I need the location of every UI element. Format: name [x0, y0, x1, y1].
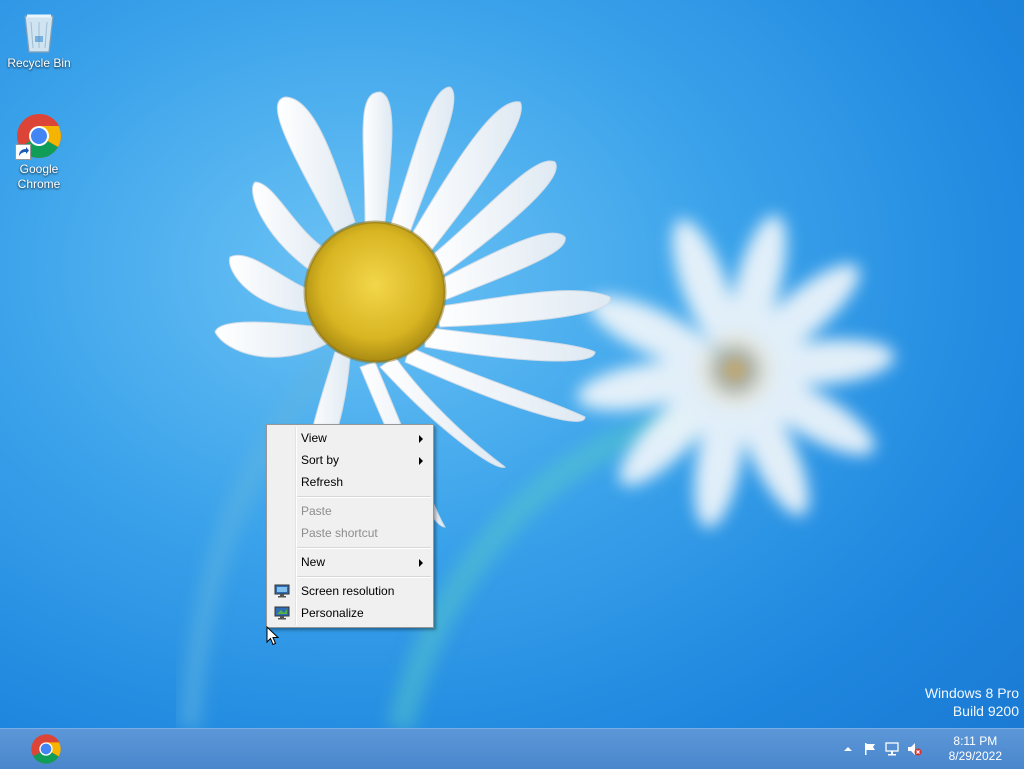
menu-item-label: Refresh: [301, 475, 344, 489]
menu-item-label: Personalize: [301, 606, 364, 620]
desktop-icon-label: Recycle Bin: [7, 56, 71, 70]
menu-item-label: New: [301, 555, 326, 569]
desktop-icon-label-line1: Google: [19, 162, 59, 176]
menu-item-label: Paste: [301, 504, 332, 518]
network-icon[interactable]: [884, 741, 900, 757]
volume-muted-icon[interactable]: [906, 741, 922, 757]
recycle-bin-icon: [15, 6, 63, 54]
desktop-icon-recycle-bin[interactable]: Recycle Bin: [3, 6, 75, 71]
menu-item-sort-by[interactable]: Sort by: [269, 449, 431, 471]
menu-item-screen-resolution[interactable]: Screen resolution: [269, 580, 431, 602]
submenu-arrow-icon: [419, 435, 423, 443]
taskbar-chrome-button[interactable]: [30, 733, 62, 765]
system-tray: 8:11 PM 8/29/2022: [834, 729, 1024, 769]
submenu-arrow-icon: [419, 559, 423, 567]
taskbar-clock[interactable]: 8:11 PM 8/29/2022: [949, 734, 1002, 764]
clock-time: 8:11 PM: [953, 734, 998, 748]
mouse-cursor-icon: [266, 625, 280, 650]
menu-item-paste-shortcut: Paste shortcut: [269, 522, 431, 544]
watermark-edition: Windows 8 Pro: [924, 685, 1019, 701]
action-center-flag-icon[interactable]: [862, 741, 878, 757]
menu-item-personalize[interactable]: Personalize: [269, 602, 431, 624]
submenu-arrow-icon: [419, 457, 423, 465]
menu-item-label: Sort by: [301, 453, 340, 467]
menu-item-paste: Paste: [269, 500, 431, 522]
menu-item-new[interactable]: New: [269, 551, 431, 573]
shortcut-arrow-icon: [15, 144, 31, 160]
screen-resolution-icon: [274, 583, 290, 598]
windows-build-watermark: Windows 8 Pro Build 9200: [925, 684, 1019, 720]
desktop-wallpaper: [0, 0, 1024, 728]
show-hidden-icons-button[interactable]: [840, 741, 856, 757]
chrome-icon: [31, 734, 61, 764]
menu-item-label: Paste shortcut: [301, 526, 378, 540]
chrome-icon: [15, 112, 63, 160]
menu-separator: [297, 547, 431, 549]
desktop-icon-label-line2: Chrome: [17, 177, 61, 191]
watermark-build: Build 9200: [952, 703, 1019, 719]
menu-item-label: View: [301, 431, 327, 445]
personalize-icon: [274, 605, 290, 620]
menu-item-label: Screen resolution: [301, 584, 395, 598]
desktop-context-menu: View Sort by Refresh Paste Paste shortcu…: [266, 424, 434, 628]
desktop-icon-google-chrome[interactable]: Google Chrome: [3, 112, 75, 192]
taskbar: 8:11 PM 8/29/2022: [0, 728, 1024, 769]
clock-date: 8/29/2022: [948, 749, 1002, 763]
menu-item-refresh[interactable]: Refresh: [269, 471, 431, 493]
menu-separator: [297, 496, 431, 498]
menu-item-view[interactable]: View: [269, 427, 431, 449]
menu-separator: [297, 576, 431, 578]
